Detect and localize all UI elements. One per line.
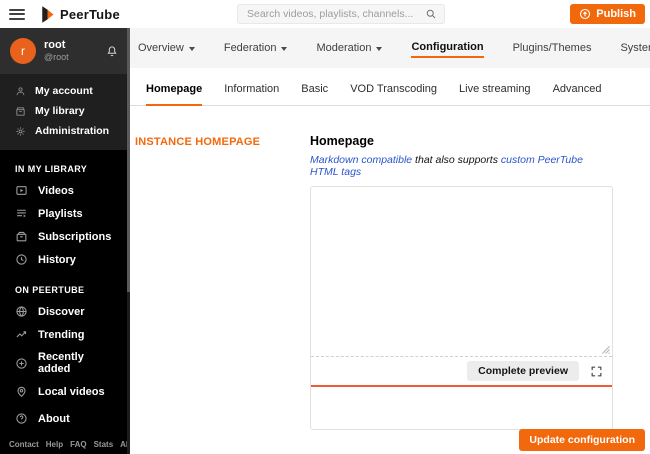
field-label-homepage: Homepage: [310, 134, 374, 148]
sidebar: r root @root My account My library Admin…: [0, 28, 130, 454]
sidebar-item-playlists[interactable]: Playlists: [0, 202, 130, 225]
config-content: INSTANCE HOMEPAGE Homepage Markdown comp…: [130, 106, 650, 430]
sidebar-item-history[interactable]: History: [0, 248, 130, 271]
complete-preview-button[interactable]: Complete preview: [467, 361, 579, 381]
search-box: [237, 4, 445, 24]
section-title: IN MY LIBRARY: [15, 164, 88, 174]
sidebar-item-recently-added[interactable]: Recently added: [0, 346, 130, 380]
user-handle: @root: [44, 52, 69, 63]
sidebar-item-label: Trending: [38, 328, 85, 341]
maximize-icon[interactable]: [590, 365, 603, 378]
markdown-editor: Complete preview: [310, 186, 613, 430]
library-icon: [15, 106, 26, 117]
admin-nav-plugins-themes[interactable]: Plugins/Themes: [513, 39, 592, 57]
section-title: ON PEERTUBE: [15, 285, 85, 295]
chevron-down-icon: [281, 46, 288, 51]
menu-toggle-icon[interactable]: [9, 8, 25, 20]
footer-link-contact[interactable]: Contact: [9, 440, 39, 449]
footer-link-stats[interactable]: Stats: [94, 440, 114, 449]
chevron-down-icon: [376, 46, 383, 51]
admin-nav-overview[interactable]: Overview: [138, 39, 195, 57]
resize-grip-icon[interactable]: [601, 345, 610, 354]
preview-toolbar: Complete preview: [311, 357, 612, 385]
sidebar-item-label: My account: [35, 85, 93, 97]
sidebar-item-subscriptions[interactable]: Subscriptions: [0, 225, 130, 248]
admin-nav-system[interactable]: System: [620, 39, 650, 57]
markdown-hint: Markdown compatible that also supports c…: [310, 154, 613, 178]
sidebar-item-about[interactable]: About: [0, 407, 130, 430]
tab-information[interactable]: Information: [224, 83, 279, 105]
preview-pane: [311, 387, 612, 429]
history-icon: [15, 253, 28, 266]
user-icon: [15, 86, 26, 97]
sidebar-item-label: Subscriptions: [38, 230, 112, 243]
publish-label: Publish: [596, 8, 636, 20]
admin-nav: Overview Federation Moderation Configura…: [130, 28, 650, 68]
brand-title[interactable]: PeerTube: [60, 7, 120, 22]
sidebar-item-label: Discover: [38, 305, 85, 318]
sidebar-footer: Contact Help FAQ Stats API Keyboard shor…: [0, 440, 130, 454]
hint-text: that also supports: [412, 154, 501, 166]
sidebar-item-label: My library: [35, 105, 85, 117]
account-menu: My account My library Administration: [0, 74, 130, 150]
sidebar-item-administration[interactable]: Administration: [0, 121, 130, 141]
video-icon: [15, 184, 28, 197]
tab-advanced[interactable]: Advanced: [553, 83, 602, 105]
search-icon[interactable]: [425, 8, 437, 20]
publish-button[interactable]: Publish: [570, 4, 645, 24]
sidebar-item-videos[interactable]: Videos: [0, 179, 130, 202]
footer-link-help[interactable]: Help: [46, 440, 63, 449]
section-on-peertube: ON PEERTUBE Discover Trending Recently a…: [0, 282, 130, 403]
tab-basic[interactable]: Basic: [301, 83, 328, 105]
admin-nav-configuration[interactable]: Configuration: [411, 38, 484, 58]
map-pin-icon: [15, 385, 28, 398]
sidebar-item-discover[interactable]: Discover: [0, 300, 130, 323]
tab-homepage[interactable]: Homepage: [146, 83, 203, 106]
trending-icon: [15, 328, 28, 341]
sidebar-item-label: Videos: [38, 184, 74, 197]
tab-live-streaming[interactable]: Live streaming: [459, 83, 531, 105]
admin-nav-moderation[interactable]: Moderation: [316, 39, 383, 57]
sidebar-item-my-library[interactable]: My library: [0, 101, 130, 121]
sidebar-item-local-videos[interactable]: Local videos: [0, 380, 130, 403]
update-configuration-button[interactable]: Update configuration: [519, 429, 645, 451]
peertube-logo-icon[interactable]: [40, 5, 55, 24]
section-in-my-library: IN MY LIBRARY Videos Playlists Subscript…: [0, 161, 130, 271]
upload-icon: [579, 8, 591, 20]
footer-links-row: Contact Help FAQ Stats API: [9, 440, 130, 449]
sidebar-item-label: About: [38, 412, 70, 425]
sidebar-item-label: History: [38, 253, 76, 266]
sidebar-item-my-account[interactable]: My account: [0, 81, 130, 101]
homepage-textarea[interactable]: [311, 187, 612, 356]
user-name[interactable]: root: [44, 39, 97, 52]
main-area: Overview Federation Moderation Configura…: [130, 28, 650, 454]
chevron-down-icon: [188, 46, 195, 51]
admin-nav-federation[interactable]: Federation: [224, 39, 288, 57]
sidebar-item-label: Playlists: [38, 207, 83, 220]
notifications-bell-icon[interactable]: [105, 44, 119, 59]
playlist-icon: [15, 207, 28, 220]
sidebar-item-label: Local videos: [38, 385, 105, 398]
subscriptions-icon: [15, 230, 28, 243]
config-tabs: Homepage Information Basic VOD Transcodi…: [130, 68, 650, 106]
globe-icon: [15, 305, 28, 318]
help-circle-icon: [15, 412, 28, 425]
user-block: r root @root: [0, 28, 130, 74]
sidebar-item-label: Recently added: [38, 351, 84, 375]
top-header: PeerTube Publish: [0, 0, 650, 28]
tab-vod-transcoding[interactable]: VOD Transcoding: [350, 83, 437, 105]
section-label-instance-homepage: INSTANCE HOMEPAGE: [135, 136, 261, 148]
sidebar-item-label: Administration: [35, 125, 110, 137]
sidebar-item-trending[interactable]: Trending: [0, 323, 130, 346]
search-input[interactable]: [238, 8, 425, 20]
gear-icon: [15, 126, 26, 137]
avatar[interactable]: r: [10, 38, 36, 64]
markdown-compatible-link[interactable]: Markdown compatible: [310, 154, 412, 166]
footer-link-faq[interactable]: FAQ: [70, 440, 86, 449]
add-circle-icon: [15, 357, 28, 370]
